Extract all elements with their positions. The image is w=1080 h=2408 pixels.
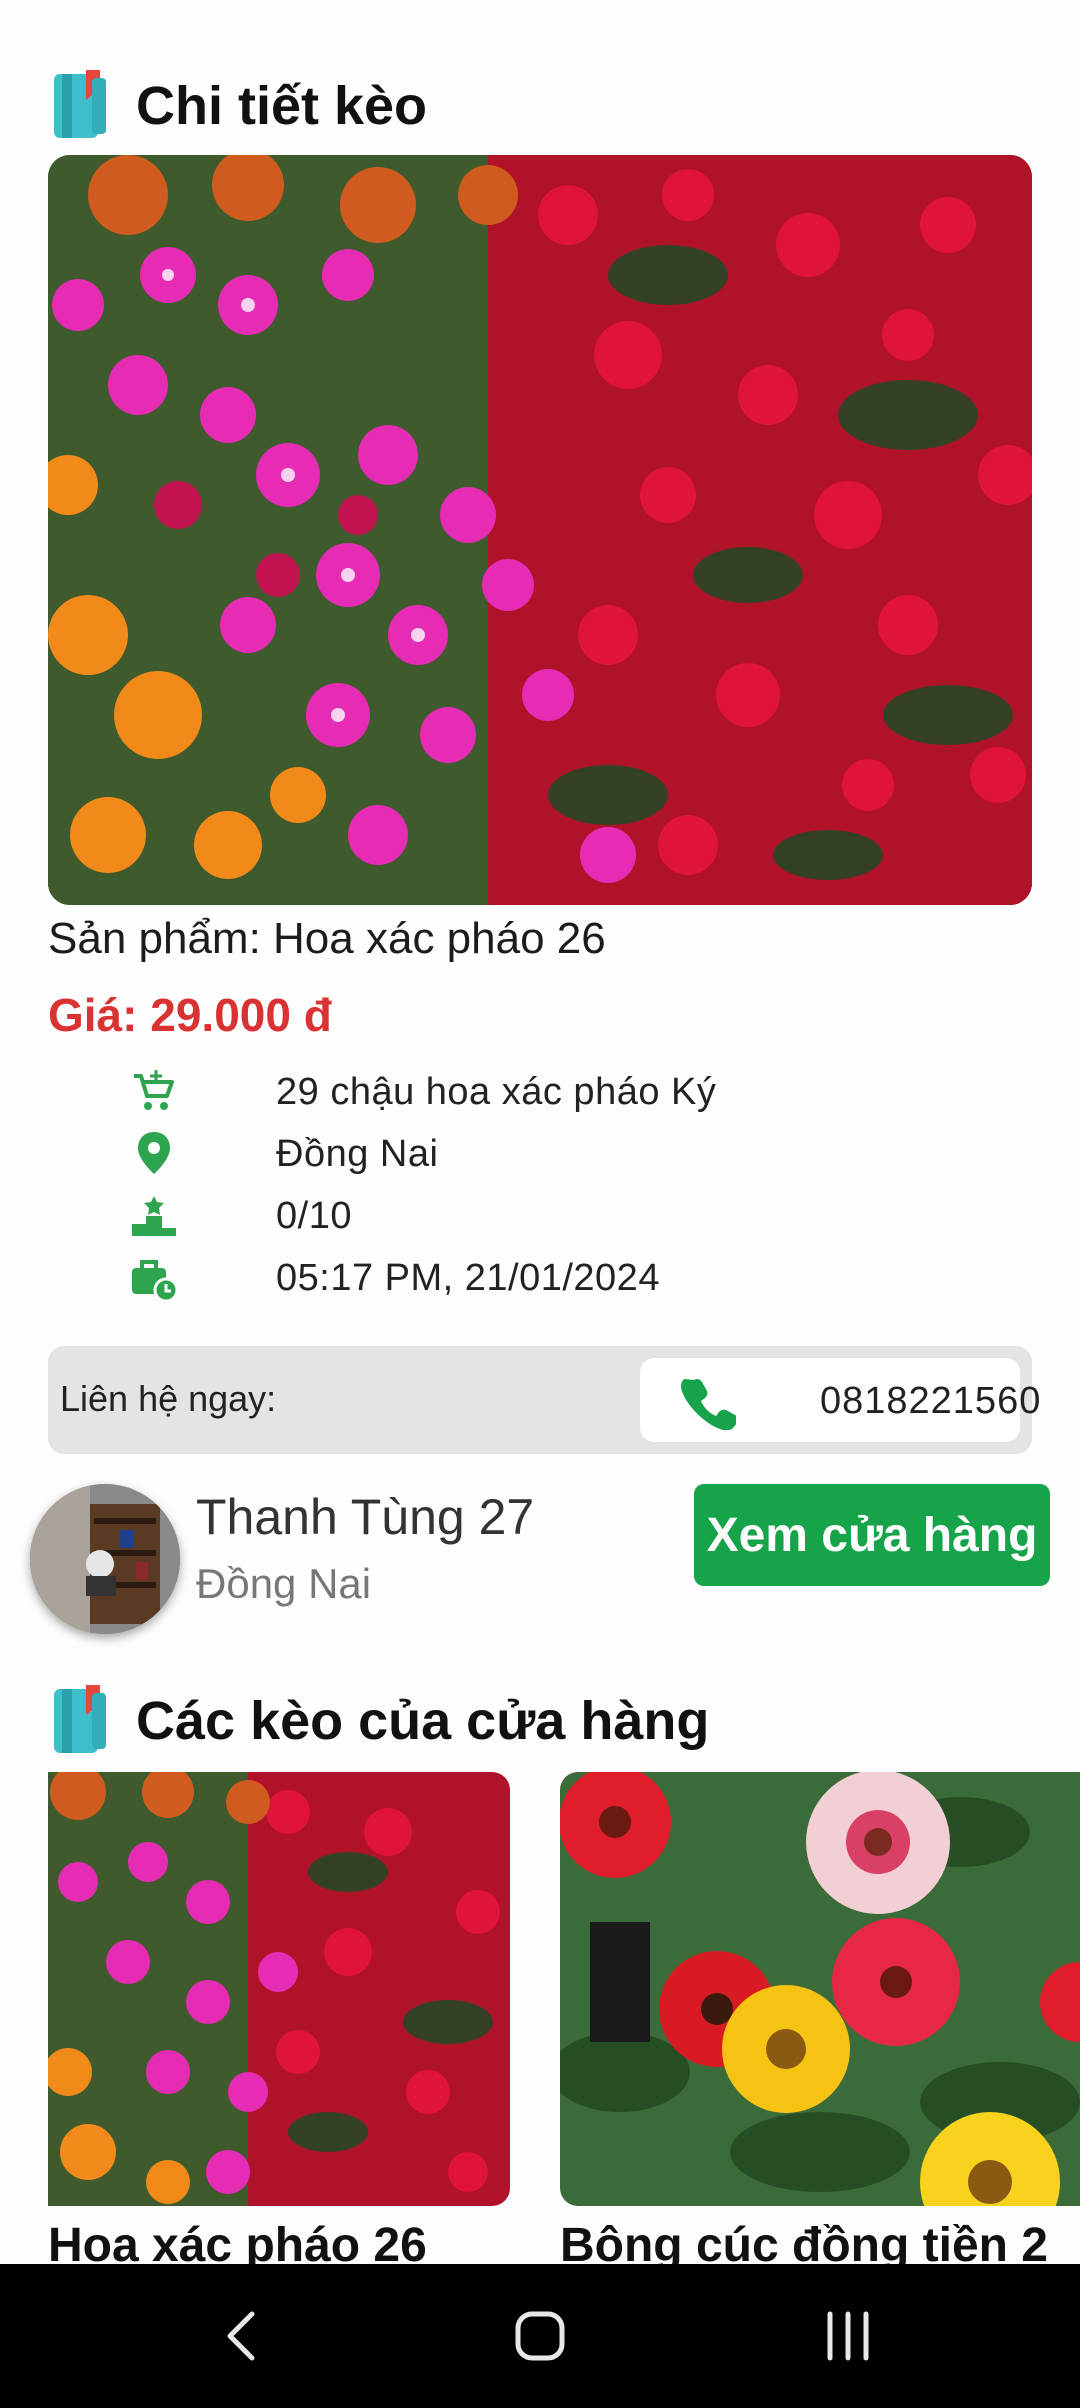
- product-description: 29 chậu hoa xác pháo Ký: [276, 1070, 717, 1113]
- deal-card-image[interactable]: [560, 1772, 1080, 2206]
- flower-photo: [48, 1772, 510, 2206]
- phone-icon: [680, 1378, 736, 1430]
- page: Chi tiết kèo Sản phẩm: Hoa xác pháo 26 G…: [0, 0, 1080, 2408]
- product-image[interactable]: [48, 155, 1032, 905]
- view-store-button[interactable]: Xem cửa hàng: [694, 1484, 1050, 1586]
- system-navigation-bar: [0, 2264, 1080, 2408]
- briefcase-clock-icon: [132, 1260, 179, 1303]
- info-row-location: Đồng Nai: [0, 1126, 1080, 1182]
- location-pin-icon: [138, 1132, 170, 1174]
- gerbera-photo: [560, 1772, 1080, 2206]
- info-row-time: 05:17 PM, 21/01/2024: [0, 1250, 1080, 1306]
- page-title: Chi tiết kèo: [136, 76, 428, 136]
- contact-label: Liên hệ ngay:: [60, 1378, 277, 1419]
- deal-card-image[interactable]: [48, 1772, 510, 2206]
- shop-avatar-photo: [30, 1484, 180, 1634]
- product-price: Giá: 29.000 đ: [48, 989, 332, 1041]
- recent-apps-icon[interactable]: [818, 2306, 878, 2366]
- notebook-icon: [54, 70, 106, 138]
- contact-bar: Liên hệ ngay: 0818221560: [48, 1346, 1040, 1454]
- notebook-icon: [54, 1685, 106, 1753]
- phone-button[interactable]: 0818221560: [640, 1358, 1040, 1442]
- product-rank: 0/10: [276, 1194, 352, 1237]
- podium-icon: [132, 1196, 176, 1236]
- home-icon[interactable]: [510, 2306, 570, 2366]
- product-name: Sản phẩm: Hoa xác pháo 26: [48, 914, 606, 963]
- shop-name[interactable]: Thanh Tùng 27: [196, 1488, 534, 1546]
- avatar[interactable]: [30, 1484, 180, 1634]
- info-row-description: 29 chậu hoa xác pháo Ký: [0, 1064, 1080, 1120]
- cart-icon: [134, 1070, 174, 1110]
- product-location: Đồng Nai: [276, 1132, 439, 1175]
- shop-location: Đồng Nai: [196, 1560, 372, 1607]
- product-time: 05:17 PM, 21/01/2024: [276, 1256, 660, 1299]
- store-deals-title: Các kèo của cửa hàng: [136, 1691, 710, 1751]
- phone-number: 0818221560: [820, 1380, 1042, 1422]
- store-deals-section-title: Các kèo của cửa hàng: [48, 1685, 709, 1757]
- flower-photo: [48, 155, 1032, 905]
- back-icon[interactable]: [214, 2306, 274, 2366]
- info-row-rank: 0/10: [0, 1188, 1080, 1244]
- detail-section-title: Chi tiết kèo: [48, 70, 427, 142]
